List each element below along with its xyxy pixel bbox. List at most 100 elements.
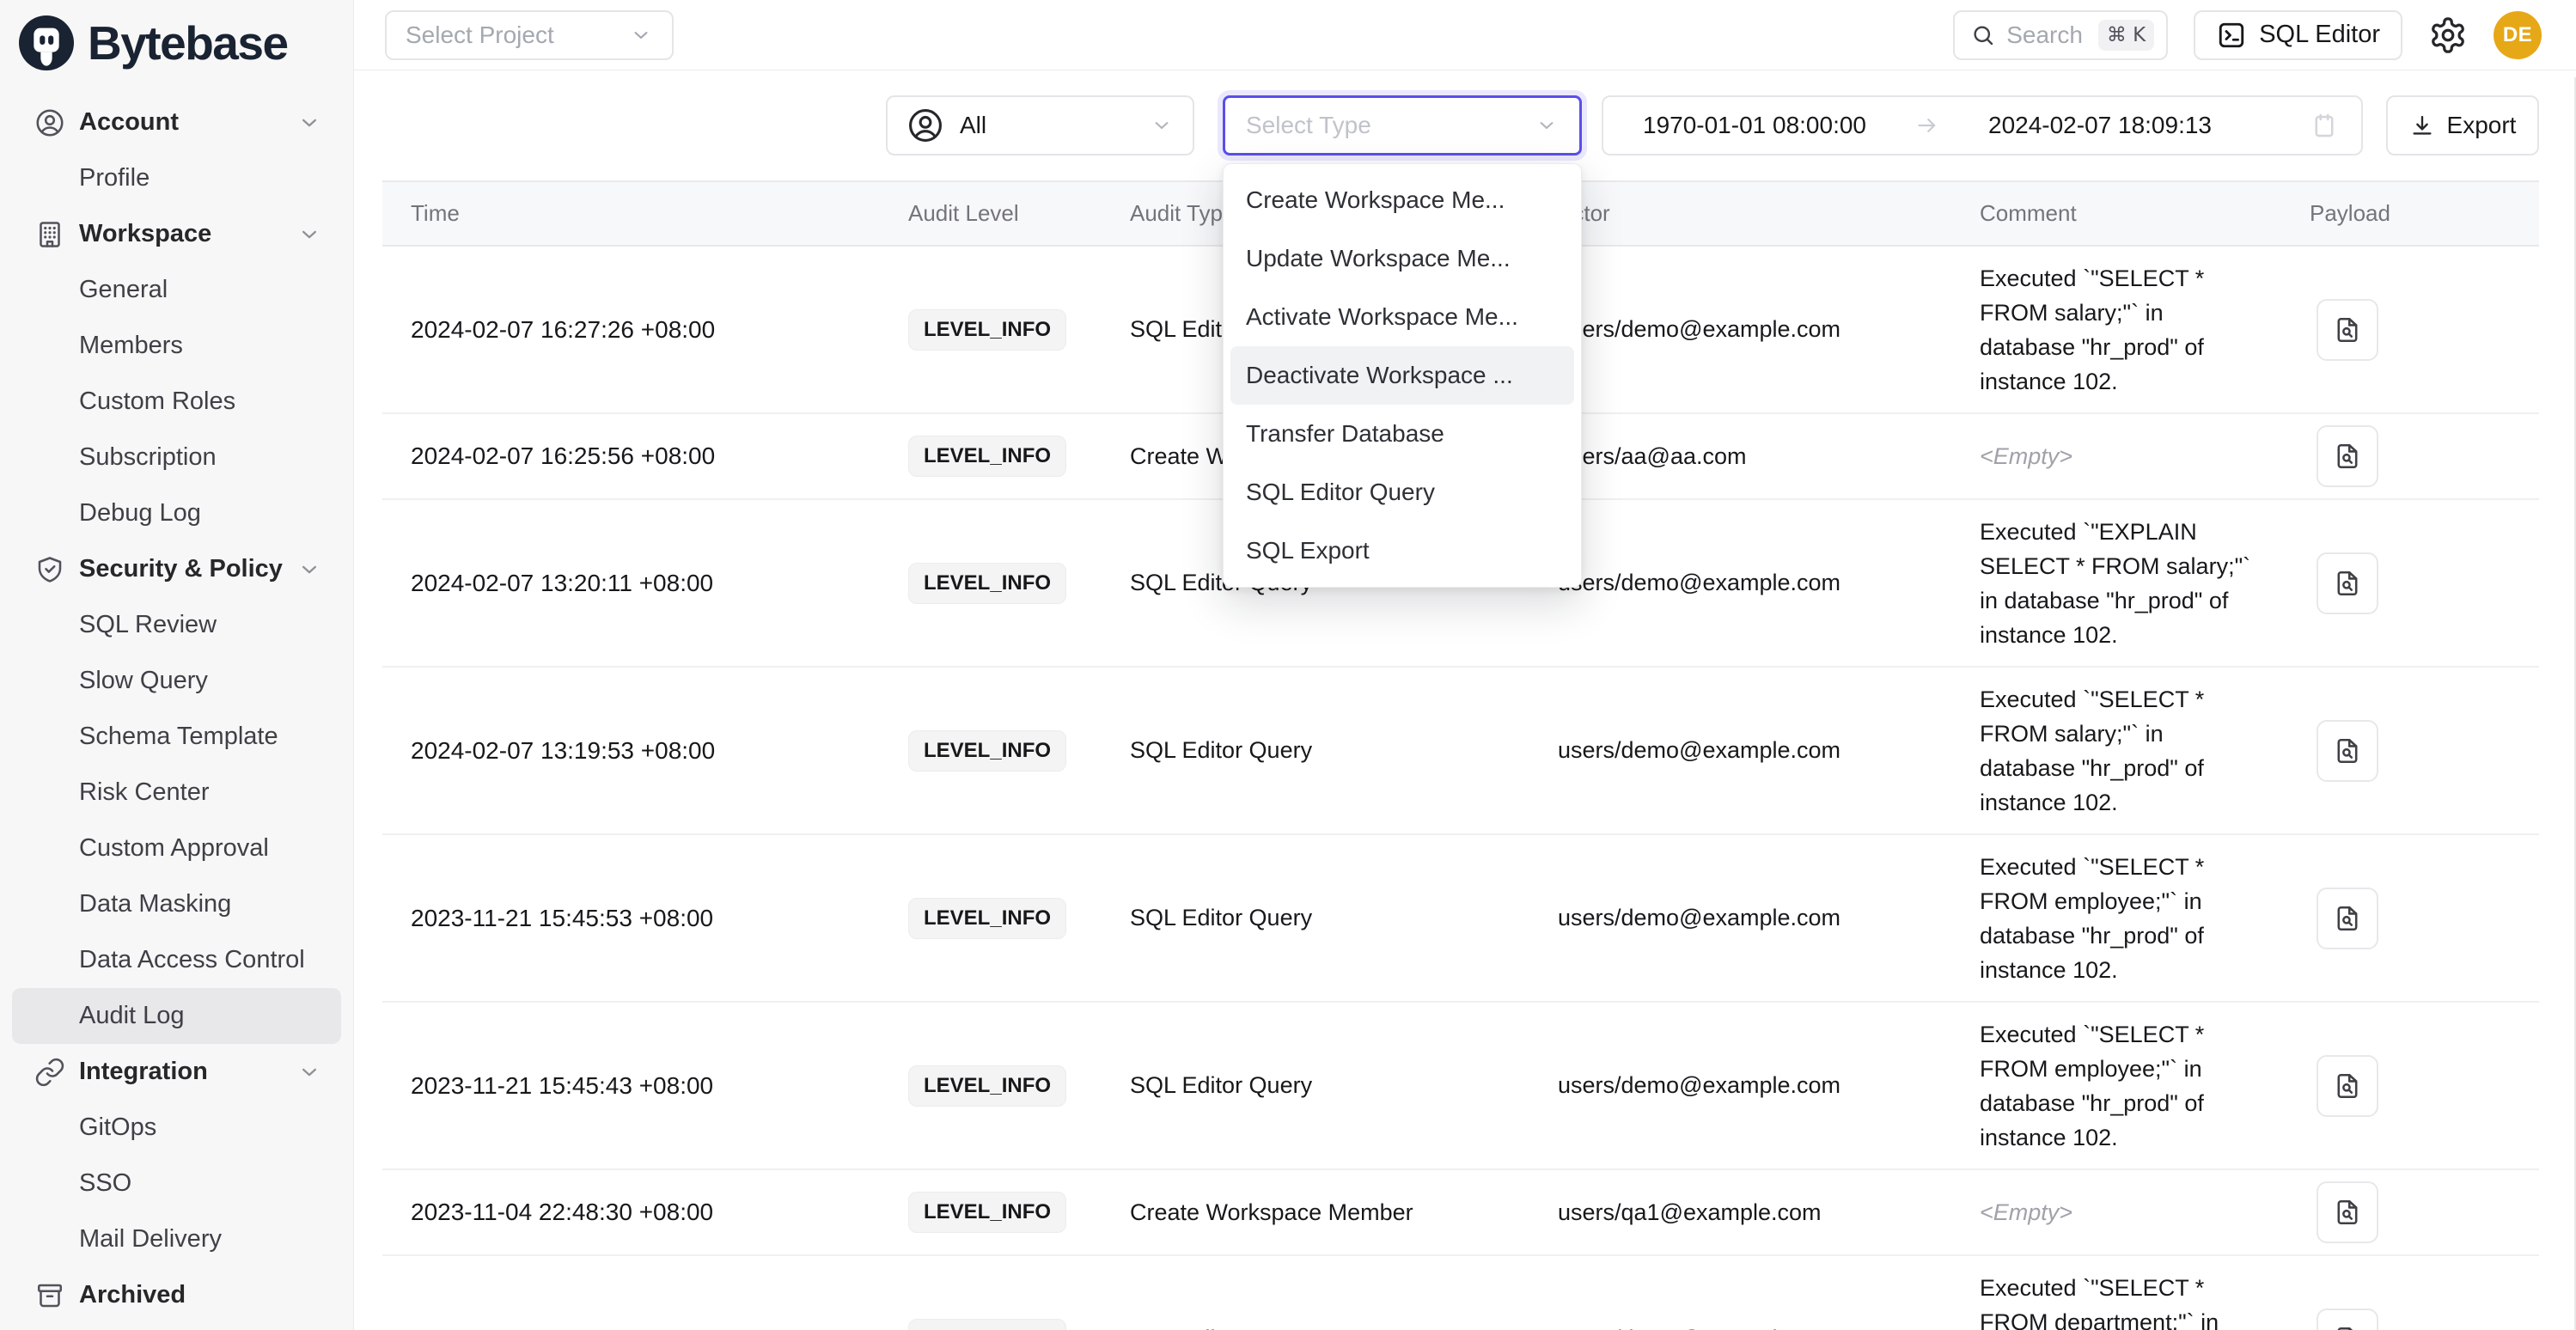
- cell-comment: Executed `"SELECT * FROM department;"` i…: [1968, 1271, 2303, 1330]
- dropdown-item-transfer-database[interactable]: Transfer Database: [1230, 405, 1574, 463]
- sql-editor-button[interactable]: SQL Editor: [2194, 10, 2402, 60]
- sidebar-item-gitops[interactable]: GitOps: [12, 1100, 341, 1156]
- payload-view-button[interactable]: [2317, 720, 2378, 782]
- sidebar-item-label: GitOps: [79, 1113, 156, 1142]
- sidebar-item-custom-roles[interactable]: Custom Roles: [12, 374, 341, 430]
- sidebar-item-members[interactable]: Members: [12, 318, 341, 374]
- sidebar-item-slow-query[interactable]: Slow Query: [12, 653, 341, 709]
- column-header-time: Time: [382, 200, 876, 227]
- sidebar-item-data-access-control[interactable]: Data Access Control: [12, 932, 341, 988]
- export-button[interactable]: Export: [2386, 95, 2539, 156]
- sidebar-item-mail-delivery[interactable]: Mail Delivery: [12, 1211, 341, 1267]
- sidebar-item-data-masking[interactable]: Data Masking: [12, 876, 341, 932]
- chevron-down-icon: [1150, 113, 1174, 137]
- dropdown-item-sql-export[interactable]: SQL Export: [1230, 522, 1574, 580]
- sidebar-item-label: Custom Approval: [79, 834, 269, 863]
- table-row: 2023-11-04 22:48:30 +08:00LEVEL_INFOCrea…: [382, 1170, 2539, 1256]
- payload-view-button[interactable]: [2317, 552, 2378, 614]
- payload-view-button[interactable]: [2317, 425, 2378, 487]
- sidebar-item-label: Risk Center: [79, 778, 210, 807]
- sidebar-item-label: Workspace: [79, 220, 211, 248]
- sidebar-item-debug-log[interactable]: Debug Log: [12, 485, 341, 541]
- payload-view-button[interactable]: [2317, 1181, 2378, 1243]
- sidebar-item-schema-template[interactable]: Schema Template: [12, 709, 341, 765]
- sidebar-item-label: SSO: [79, 1169, 131, 1198]
- sidebar-item-general[interactable]: General: [12, 262, 341, 318]
- dropdown-item-update-workspace-me[interactable]: Update Workspace Me...: [1230, 229, 1574, 288]
- sidebar-item-custom-approval[interactable]: Custom Approval: [12, 821, 341, 876]
- type-filter-select[interactable]: Select Type: [1223, 95, 1582, 156]
- cell-time: 2024-02-07 16:25:56 +08:00: [382, 442, 876, 470]
- sidebar-item-audit-log[interactable]: Audit Log: [12, 988, 341, 1044]
- level-badge: LEVEL_INFO: [908, 898, 1066, 939]
- sidebar-item-label: Slow Query: [79, 667, 208, 695]
- dropdown-item-activate-workspace-me[interactable]: Activate Workspace Me...: [1230, 288, 1574, 346]
- sidebar: Bytebase Account Profile Workspace General M…: [0, 0, 354, 1330]
- user-avatar[interactable]: DE: [2494, 11, 2542, 59]
- settings-gear-icon[interactable]: [2428, 15, 2468, 55]
- column-header-actor: Actor: [1542, 200, 1968, 227]
- level-badge: LEVEL_INFO: [908, 563, 1066, 604]
- bytebase-app: Bytebase Account Profile Workspace General M…: [0, 0, 2576, 1330]
- sidebar-item-security-policy[interactable]: Security & Policy: [12, 541, 341, 597]
- download-icon: [2409, 113, 2435, 138]
- cell-audit-level: LEVEL_INFO: [876, 1192, 1108, 1233]
- cell-audit-level: LEVEL_INFO: [876, 730, 1108, 772]
- sidebar-item-account[interactable]: Account: [12, 95, 341, 150]
- sidebar-item-label: Profile: [79, 164, 150, 192]
- payload-view-button[interactable]: [2317, 299, 2378, 361]
- file-search-icon: [2332, 903, 2363, 934]
- cell-actor: users/aa@aa.com: [1542, 443, 1968, 470]
- cell-payload: [2303, 720, 2539, 782]
- column-header-comment: Comment: [1968, 200, 2303, 227]
- file-search-icon: [2332, 314, 2363, 345]
- chevron-down-icon: [296, 222, 322, 247]
- cell-actor: users/qa1@example.com: [1542, 1199, 1968, 1226]
- user-circle-icon: [34, 107, 65, 138]
- cell-actor: users/demo@example.com: [1542, 570, 1968, 596]
- cell-time: 2023-11-04 21:06:24 +08:00: [382, 1326, 876, 1330]
- table-row: 2023-11-21 15:45:53 +08:00LEVEL_INFOSQL …: [382, 835, 2539, 1003]
- cell-payload: [2303, 425, 2539, 487]
- topbar: Select Project Search ⌘ K SQL Editor DE: [354, 0, 2576, 70]
- file-search-icon: [2332, 735, 2363, 766]
- payload-view-button[interactable]: [2317, 1055, 2378, 1117]
- dropdown-item-deactivate-workspace[interactable]: Deactivate Workspace ...: [1230, 346, 1574, 405]
- level-badge: LEVEL_INFO: [908, 1192, 1066, 1233]
- topbar-actions: Search ⌘ K SQL Editor DE: [1953, 10, 2542, 60]
- dropdown-item-sql-editor-query[interactable]: SQL Editor Query: [1230, 463, 1574, 522]
- chevron-down-icon: [296, 1059, 322, 1085]
- chevron-down-icon: [1535, 113, 1559, 137]
- sidebar-item-workspace[interactable]: Workspace: [12, 206, 341, 262]
- search-placeholder: Search: [2006, 21, 2083, 49]
- sidebar-item-risk-center[interactable]: Risk Center: [12, 765, 341, 821]
- sidebar-item-integration[interactable]: Integration: [12, 1044, 341, 1100]
- date-to-value: 2024-02-07 18:09:13: [1988, 112, 2212, 139]
- cell-actor: users/demo@example.com: [1542, 905, 1968, 931]
- cell-audit-type: Create Workspace Member: [1108, 1199, 1542, 1226]
- actor-filter-select[interactable]: All: [886, 95, 1194, 156]
- payload-view-button[interactable]: [2317, 888, 2378, 949]
- dropdown-item-create-workspace-me[interactable]: Create Workspace Me...: [1230, 171, 1574, 229]
- sidebar-item-profile[interactable]: Profile: [12, 150, 341, 206]
- date-range-picker[interactable]: 1970-01-01 08:00:00 2024-02-07 18:09:13: [1602, 95, 2363, 156]
- sidebar-item-label: General: [79, 276, 168, 304]
- sidebar-item-archived[interactable]: Archived: [12, 1267, 341, 1323]
- sidebar-item-label: Schema Template: [79, 723, 278, 751]
- search-shortcut-badge: ⌘ K: [2098, 20, 2154, 51]
- column-header-audit-level: Audit Level: [876, 200, 1108, 227]
- type-filter-placeholder: Select Type: [1246, 112, 1371, 139]
- select-project-dropdown[interactable]: Select Project: [385, 10, 674, 60]
- payload-view-button[interactable]: [2317, 1309, 2378, 1330]
- select-project-label: Select Project: [406, 21, 554, 49]
- export-label: Export: [2447, 112, 2517, 139]
- brand-logo[interactable]: Bytebase: [0, 0, 353, 76]
- user-circle-icon: [906, 107, 944, 144]
- cell-audit-level: LEVEL_INFO: [876, 898, 1108, 939]
- sidebar-item-subscription[interactable]: Subscription: [12, 430, 341, 485]
- search-input[interactable]: Search ⌘ K: [1953, 10, 2168, 60]
- sidebar-item-sql-review[interactable]: SQL Review: [12, 597, 341, 653]
- cell-comment: Executed `"EXPLAIN SELECT * FROM salary;…: [1968, 515, 2303, 652]
- sidebar-item-sso[interactable]: SSO: [12, 1156, 341, 1211]
- type-dropdown-menu: Create Workspace Me...Update Workspace M…: [1223, 163, 1582, 588]
